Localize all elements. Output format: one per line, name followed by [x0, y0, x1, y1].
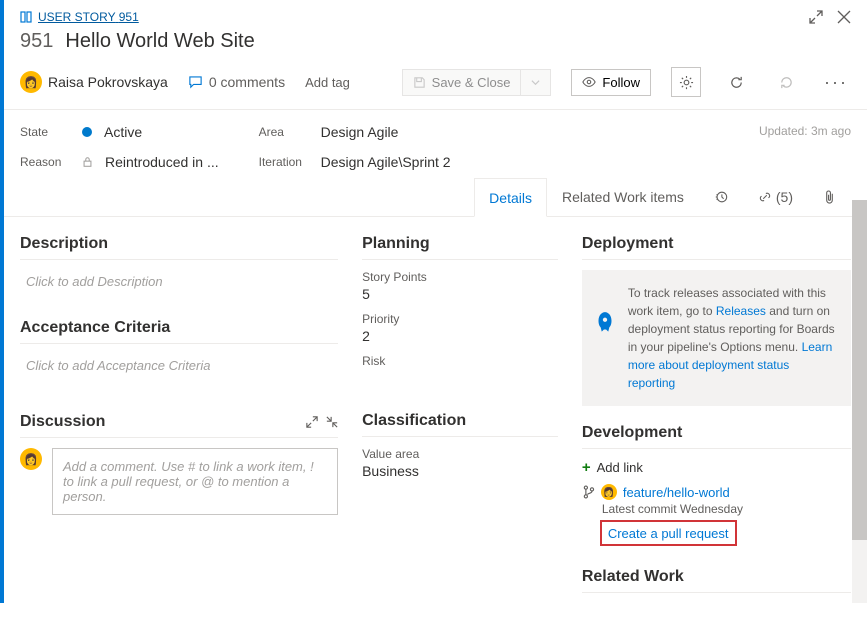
user-story-icon [20, 11, 32, 23]
classification-heading: Classification [362, 412, 558, 437]
discussion-heading: Discussion [20, 413, 338, 438]
updated-timestamp: Updated: 3m ago [759, 124, 851, 170]
priority-label: Priority [362, 312, 558, 326]
breadcrumb-link[interactable]: USER STORY 951 [38, 10, 139, 24]
description-heading: Description [20, 235, 338, 260]
risk-value[interactable] [362, 370, 558, 386]
assignee-picker[interactable]: 👩 Raisa Pokrovskaya [20, 71, 168, 93]
breadcrumb[interactable]: USER STORY 951 [20, 10, 139, 24]
state-dot-icon [82, 127, 92, 137]
avatar: 👩 [20, 448, 42, 470]
gear-icon [679, 75, 694, 90]
reason-value[interactable]: Reintroduced in ... [105, 154, 219, 170]
expand-icon[interactable] [306, 416, 318, 428]
tab-links[interactable]: (5) [743, 178, 808, 216]
state-label: State [20, 125, 70, 139]
link-icon [758, 190, 772, 204]
commit-info: Latest commit Wednesday [602, 502, 851, 516]
description-input[interactable]: Click to add Description [20, 270, 338, 293]
undo-icon [779, 75, 794, 90]
create-pull-request-link[interactable]: Create a pull request [608, 526, 729, 541]
attachment-icon [823, 190, 836, 205]
eye-icon [582, 75, 596, 89]
close-icon[interactable] [837, 10, 851, 24]
risk-label: Risk [362, 354, 558, 368]
collapse-icon[interactable] [326, 416, 338, 428]
history-icon [714, 190, 728, 204]
refresh-button[interactable] [721, 67, 751, 97]
add-link-button[interactable]: + Add link [582, 459, 851, 476]
follow-button[interactable]: Follow [571, 69, 651, 96]
plus-icon: + [582, 459, 591, 476]
priority-value[interactable]: 2 [362, 328, 558, 344]
more-button[interactable]: ··· [821, 67, 851, 97]
branch-link[interactable]: feature/hello-world [623, 485, 730, 500]
work-item-title[interactable]: Hello World Web Site [65, 30, 254, 53]
acceptance-input[interactable]: Click to add Acceptance Criteria [20, 354, 338, 377]
story-points-label: Story Points [362, 270, 558, 284]
avatar: 👩 [20, 71, 42, 93]
value-area-value[interactable]: Business [362, 463, 558, 479]
work-item-id: 951 [20, 30, 53, 53]
comments-count[interactable]: 0 comments [188, 74, 285, 90]
tab-details[interactable]: Details [474, 178, 547, 217]
deployment-heading: Deployment [582, 235, 851, 260]
save-dropdown-button [520, 69, 551, 96]
tab-related[interactable]: Related Work items [547, 178, 699, 216]
tab-history[interactable] [699, 178, 743, 216]
reason-label: Reason [20, 155, 70, 169]
story-points-value[interactable]: 5 [362, 286, 558, 302]
expand-icon[interactable] [809, 10, 823, 24]
undo-button[interactable] [771, 67, 801, 97]
refresh-icon [729, 75, 744, 90]
settings-button[interactable] [671, 67, 701, 97]
scrollbar[interactable] [852, 200, 867, 603]
branch-icon [582, 485, 595, 499]
iteration-label: Iteration [259, 155, 309, 169]
area-label: Area [259, 125, 309, 139]
save-close-button: Save & Close [402, 69, 521, 96]
releases-link[interactable]: Releases [716, 304, 766, 318]
comment-icon [188, 75, 203, 90]
lock-icon [82, 156, 93, 168]
save-icon [413, 76, 426, 89]
create-pr-highlight: Create a pull request [600, 520, 737, 546]
avatar: 👩 [601, 484, 617, 500]
add-tag-button[interactable]: Add tag [305, 75, 350, 90]
rocket-icon [592, 310, 618, 336]
value-area-label: Value area [362, 447, 558, 461]
state-value[interactable]: Active [104, 124, 142, 140]
chevron-down-icon [531, 78, 540, 87]
comment-input[interactable]: Add a comment. Use # to link a work item… [52, 448, 338, 515]
related-work-heading: Related Work [582, 568, 851, 593]
development-heading: Development [582, 424, 851, 449]
tab-attachments[interactable] [808, 178, 851, 216]
iteration-value[interactable]: Design Agile\Sprint 2 [321, 154, 451, 170]
area-value[interactable]: Design Agile [321, 124, 399, 140]
acceptance-heading: Acceptance Criteria [20, 319, 338, 344]
planning-heading: Planning [362, 235, 558, 260]
deployment-callout: To track releases associated with this w… [582, 270, 851, 406]
